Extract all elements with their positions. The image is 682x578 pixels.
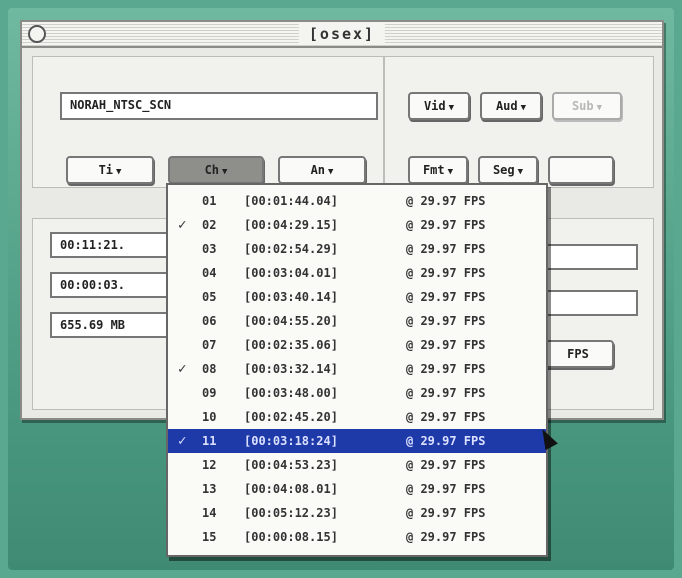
ch-label: Ch [204, 163, 220, 177]
format-popup-button[interactable]: Fmt ▼ [408, 156, 468, 184]
ti-label: Ti [98, 163, 114, 177]
volume-name-field[interactable]: NORAH_NTSC_SCN [60, 92, 378, 120]
menu-item-11-selected[interactable]: ✓ 11 [00:03:18:24] @ 29.97 FPS [168, 429, 546, 453]
menu-item-02[interactable]: ✓ 02 [00:04:29.15] @ 29.97 FPS [168, 213, 546, 237]
menu-item-07[interactable]: 07 [00:02:35.06] @ 29.97 FPS [168, 333, 546, 357]
sub-label: Sub [571, 99, 594, 113]
checkmark-icon: ✓ [178, 433, 187, 449]
popup-arrow-icon: ▼ [328, 167, 334, 177]
seg-label: Seg [492, 163, 515, 177]
vid-label: Vid [423, 99, 446, 113]
checkmark-icon: ✓ [178, 361, 187, 377]
popup-arrow-icon: ▼ [116, 167, 122, 177]
popup-arrow-icon: ▼ [447, 167, 454, 177]
close-box-icon[interactable] [28, 25, 46, 43]
menu-item-12[interactable]: 12 [00:04:53.23] @ 29.97 FPS [168, 453, 546, 477]
segment-popup-button[interactable]: Seg ▼ [478, 156, 538, 184]
menu-item-04[interactable]: 04 [00:03:04.01] @ 29.97 FPS [168, 261, 546, 285]
fps-button-label: FPS [567, 347, 589, 361]
right-field-1 [542, 244, 638, 270]
menu-item-06[interactable]: 06 [00:04:55.20] @ 29.97 FPS [168, 309, 546, 333]
right-field-2 [542, 290, 638, 316]
menu-item-05[interactable]: 05 [00:03:40.14] @ 29.97 FPS [168, 285, 546, 309]
blank-button[interactable] [548, 156, 614, 184]
popup-arrow-icon: ▼ [517, 167, 524, 177]
menu-item-10[interactable]: 10 [00:02:45.20] @ 29.97 FPS [168, 405, 546, 429]
fps-button[interactable]: FPS [542, 340, 614, 368]
title-bar[interactable]: [osex] [22, 22, 662, 48]
menu-item-13[interactable]: 13 [00:04:08.01] @ 29.97 FPS [168, 477, 546, 501]
popup-arrow-icon: ▼ [222, 167, 228, 177]
popup-arrow-icon: ▼ [448, 103, 455, 113]
vid-popup-button[interactable]: Vid ▼ [408, 92, 470, 120]
popup-arrow-icon: ▼ [596, 103, 603, 113]
menu-item-03[interactable]: 03 [00:02:54.29] @ 29.97 FPS [168, 237, 546, 261]
aud-popup-button[interactable]: Aud ▼ [480, 92, 542, 120]
menu-item-01[interactable]: 01 [00:01:44.04] @ 29.97 FPS [168, 189, 546, 213]
title-popup-button[interactable]: Ti ▼ [66, 156, 154, 184]
sub-popup-button[interactable]: Sub ▼ [552, 92, 622, 120]
fmt-label: Fmt [422, 163, 445, 177]
checkmark-icon: ✓ [178, 217, 187, 233]
menu-item-09[interactable]: 09 [00:03:48.00] @ 29.97 FPS [168, 381, 546, 405]
popup-arrow-icon: ▼ [520, 103, 527, 113]
aud-label: Aud [495, 99, 518, 113]
menu-item-15[interactable]: 15 [00:00:08.15] @ 29.97 FPS [168, 525, 546, 549]
chapter-menu: 01 [00:01:44.04] @ 29.97 FPS ✓ 02 [00:04:29.… [166, 183, 548, 557]
chapter-popup-button[interactable]: Ch ▼ [168, 156, 264, 184]
an-label: An [310, 163, 326, 177]
window-title: [osex] [298, 24, 386, 44]
menu-item-08[interactable]: ✓ 08 [00:03:32.14] @ 29.97 FPS [168, 357, 546, 381]
angle-popup-button[interactable]: An ▼ [278, 156, 366, 184]
menu-item-14[interactable]: 14 [00:05:12.23] @ 29.97 FPS [168, 501, 546, 525]
